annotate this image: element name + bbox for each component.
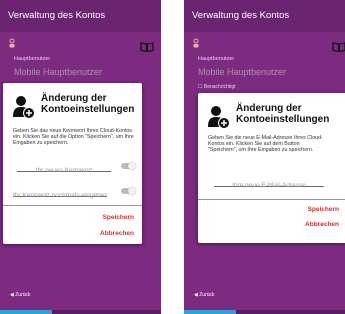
app-bar: Verwaltung des Kontos [0, 0, 161, 32]
show-password-toggle[interactable] [121, 161, 136, 170]
back-button[interactable]: ◀ Zurück [194, 292, 215, 298]
app-bar: Verwaltung des Kontos [184, 0, 345, 32]
dialog-header: Änderung der Kontoeinstellungen [13, 93, 136, 123]
bottom-bar-accent [184, 310, 236, 314]
account-user-label: Hauptbenutzer [198, 56, 235, 62]
dialog-message: Geben Sie das neue Kennwort Ihres Cloud-… [13, 128, 134, 147]
new-password-input[interactable] [17, 165, 111, 176]
account-user-value: Mobile Hauptbenutzer [198, 67, 287, 77]
new-email-input[interactable] [214, 180, 324, 191]
show-confirm-password-toggle[interactable] [121, 186, 136, 195]
bottom-bar-accent [0, 310, 52, 314]
save-button[interactable]: Speichern [103, 214, 134, 221]
account-user-label: Hauptbenutzer [14, 56, 51, 62]
bottom-bar [0, 310, 161, 314]
toggle-knob [128, 161, 136, 170]
phone-screen-password: Verwaltung des Kontos Hauptbenutzer Mobi… [0, 0, 161, 314]
phone-screen-email: Verwaltung des Kontos Hauptbenutzer Mobi… [184, 0, 345, 314]
new-password-field[interactable] [17, 159, 111, 176]
user-add-icon [208, 106, 230, 129]
dialog-divider [198, 199, 345, 200]
dialog-title: Änderung der Kontoeinstellungen [41, 93, 134, 115]
user-icon [9, 38, 15, 48]
user-icon [193, 38, 199, 48]
toggle-knob [128, 186, 136, 195]
back-button[interactable]: ◀ Zurück [10, 292, 31, 298]
dialog-title-line2: Kontoeinstellungen [236, 114, 330, 125]
user-add-icon [13, 96, 35, 119]
dialog-title-line2: Kontoeinstellungen [41, 104, 135, 115]
change-password-dialog: Änderung der Kontoeinstellungen Geben Si… [3, 83, 142, 244]
change-email-dialog: Änderung der Kontoeinstellungen Geben Si… [198, 93, 345, 243]
back-label: Zurück [199, 292, 215, 298]
notification-row-label: ☐ Benachrichtigt [198, 84, 236, 90]
notification-row-text: Benachrichtigt [203, 84, 236, 90]
dialog-title-line1: Änderung der [41, 93, 107, 104]
confirm-password-field[interactable] [13, 184, 107, 201]
cancel-button[interactable]: Abbrechen [100, 230, 134, 237]
dialog-header: Änderung der Kontoeinstellungen [208, 103, 341, 133]
confirm-password-input[interactable] [13, 190, 107, 201]
dialog-divider [3, 205, 142, 206]
bottom-bar [184, 310, 345, 314]
app-title: Verwaltung des Kontos [8, 10, 106, 21]
cancel-button[interactable]: Abbrechen [305, 221, 339, 228]
save-button[interactable]: Speichern [308, 206, 339, 213]
app-title: Verwaltung des Kontos [192, 10, 290, 21]
book-icon[interactable] [332, 42, 345, 52]
account-user-value: Mobile Hauptbenutzer [14, 67, 103, 77]
dialog-title-line1: Änderung der [236, 103, 302, 114]
new-email-field[interactable] [214, 174, 324, 191]
dialog-message: Geben Sie die neue E-Mail-Adresse Ihres … [208, 135, 323, 154]
dialog-title: Änderung der Kontoeinstellungen [236, 103, 329, 125]
back-label: Zurück [15, 292, 31, 298]
book-icon[interactable] [140, 42, 154, 52]
